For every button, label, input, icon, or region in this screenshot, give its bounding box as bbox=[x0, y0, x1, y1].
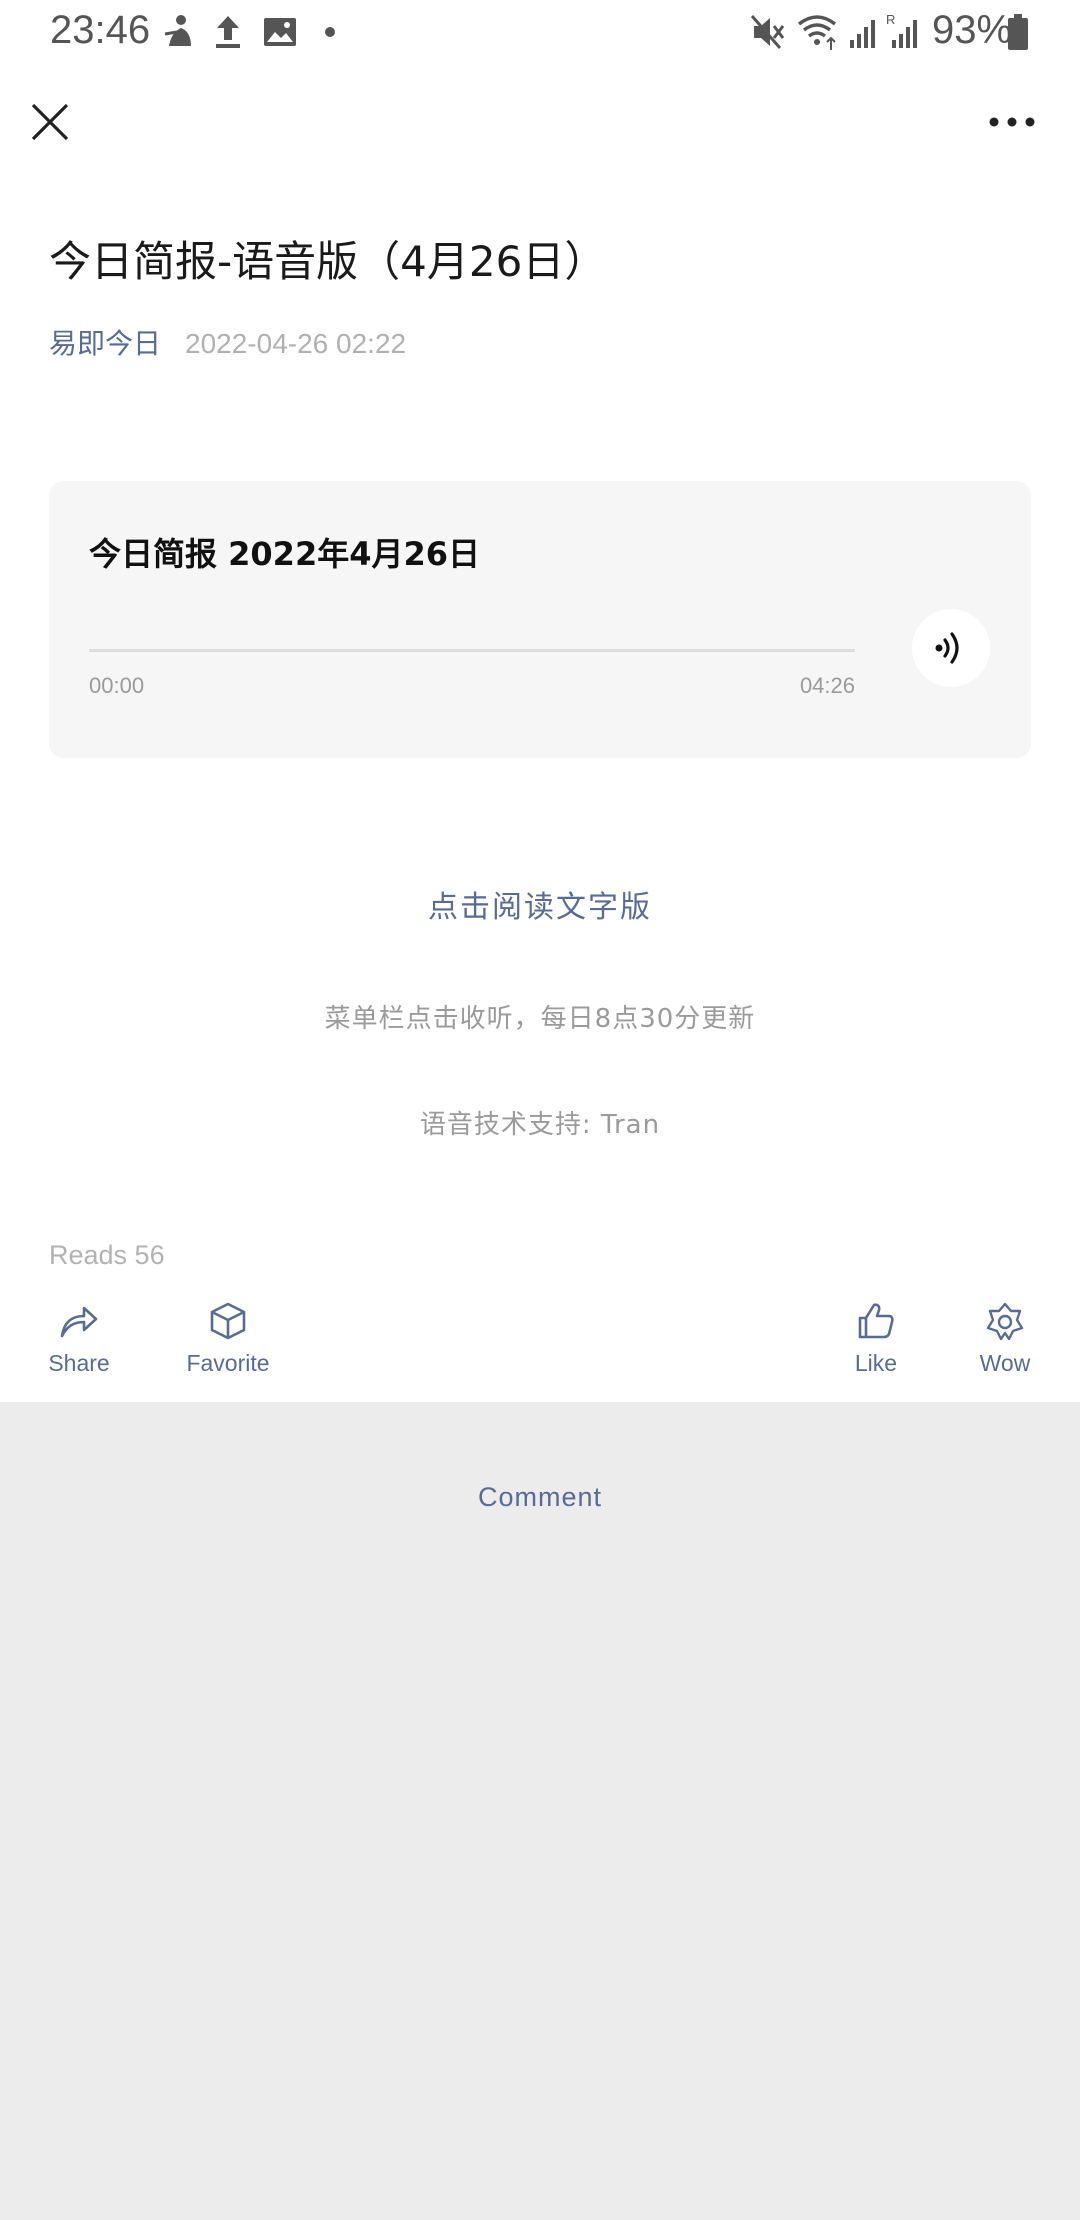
share-button[interactable]: Share bbox=[40, 1300, 118, 1377]
audio-progress-track[interactable] bbox=[89, 649, 855, 652]
wow-label: Wow bbox=[979, 1350, 1031, 1376]
share-icon bbox=[60, 1306, 98, 1338]
read-count: Reads 56 bbox=[49, 1240, 165, 1270]
wifi-icon bbox=[797, 15, 837, 50]
article-title: 今日简报-语音版（4月26日） bbox=[49, 237, 607, 286]
dot-icon bbox=[325, 27, 335, 37]
upload-icon bbox=[216, 16, 240, 48]
tech-support-note: 语音技术支持: Tran bbox=[419, 1110, 661, 1140]
close-button[interactable] bbox=[20, 92, 80, 152]
audio-player-card[interactable]: 今日简报 2022年4月26日 00:00 04:26 bbox=[49, 481, 1031, 758]
page: 23:46 R 93% 今日简报-语音版（4月26日） 易即今日 2022-04… bbox=[0, 0, 1080, 2220]
signal-roaming-icon: R bbox=[886, 12, 917, 48]
thumbs-up-icon bbox=[858, 1303, 894, 1339]
audio-play-icon bbox=[935, 632, 959, 664]
like-button[interactable]: Like bbox=[846, 1300, 906, 1377]
wow-flower-icon bbox=[986, 1302, 1024, 1341]
author-link[interactable]: 易即今日 bbox=[49, 327, 161, 360]
favorite-box-icon bbox=[210, 1302, 246, 1340]
read-text-version-link[interactable]: 点击阅读文字版 bbox=[0, 882, 1080, 926]
audio-play-button[interactable] bbox=[912, 609, 990, 687]
battery-percent: 93% bbox=[932, 8, 1013, 52]
more-button[interactable] bbox=[980, 96, 1044, 148]
like-label: Like bbox=[854, 1350, 898, 1376]
audio-title: 今日简报 2022年4月26日 bbox=[89, 535, 481, 573]
close-icon bbox=[31, 103, 69, 141]
comment-area: Comment bbox=[0, 1402, 1080, 2220]
audio-total-time: 04:26 bbox=[799, 673, 855, 698]
article-meta: 易即今日 2022-04-26 02:22 bbox=[49, 322, 406, 362]
status-bar: 23:46 R 93% bbox=[0, 0, 1080, 64]
publish-date: 2022-04-26 02:22 bbox=[185, 328, 407, 359]
battery-icon bbox=[1008, 14, 1028, 50]
status-time: 23:46 bbox=[50, 8, 151, 52]
audio-current-time: 00:00 bbox=[89, 673, 145, 698]
comment-button[interactable]: Comment bbox=[0, 1482, 1080, 1513]
svg-text:R: R bbox=[886, 12, 895, 27]
figure-icon bbox=[164, 15, 191, 46]
share-label: Share bbox=[48, 1350, 110, 1376]
image-icon bbox=[264, 18, 296, 46]
signal-icon bbox=[850, 20, 875, 48]
favorite-label: Favorite bbox=[186, 1350, 270, 1376]
wow-button[interactable]: Wow bbox=[970, 1300, 1040, 1377]
favorite-button[interactable]: Favorite bbox=[180, 1300, 276, 1377]
update-note: 菜单栏点击收听，每日8点30分更新 bbox=[324, 1004, 756, 1034]
more-icon bbox=[989, 117, 1035, 127]
mute-icon bbox=[750, 15, 785, 49]
